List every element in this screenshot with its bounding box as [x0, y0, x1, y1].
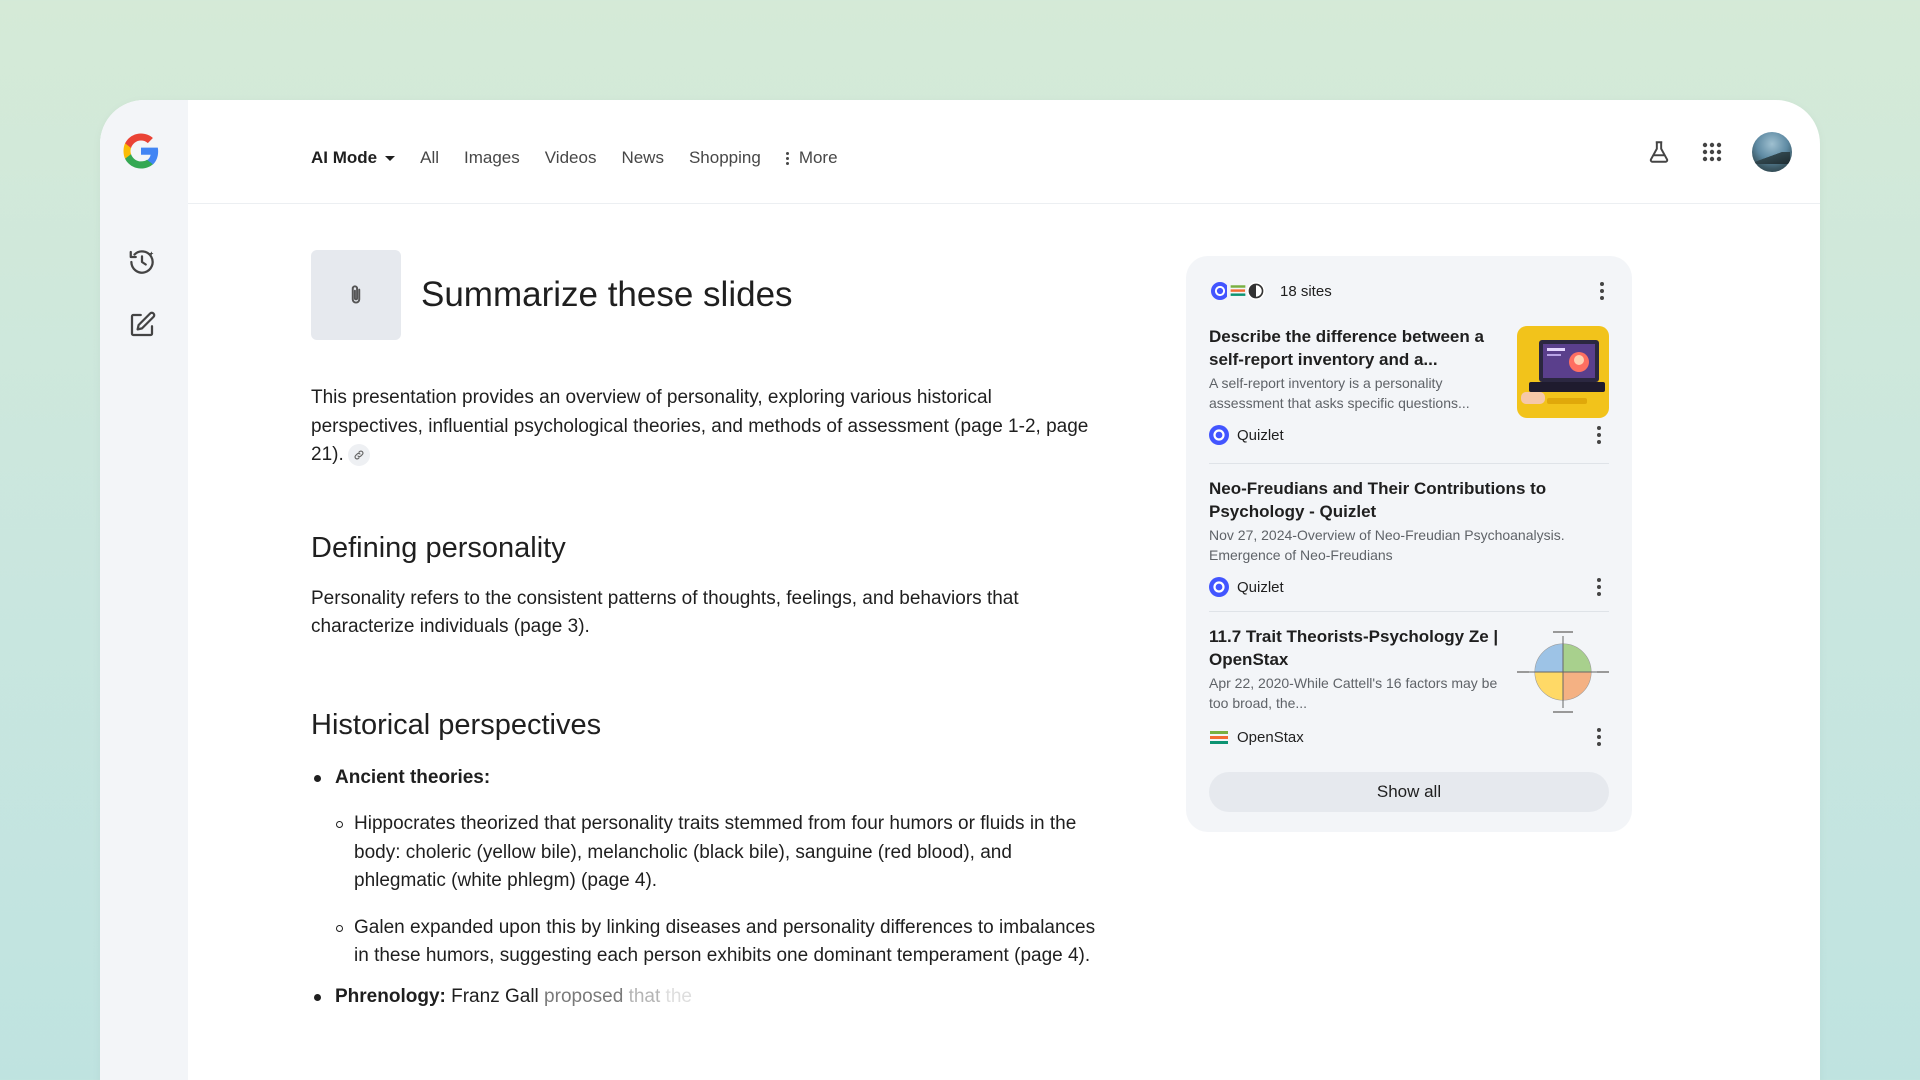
source-title[interactable]: Neo-Freudians and Their Contributions to… [1209, 478, 1609, 523]
tab-images[interactable]: Images [464, 148, 520, 168]
source-site-row: Quizlet [1209, 424, 1609, 446]
tab-videos[interactable]: Videos [545, 148, 597, 168]
intro-paragraph: This presentation provides an overview o… [311, 384, 1101, 470]
source-title[interactable]: Describe the difference between a self-r… [1209, 326, 1499, 371]
attachment-thumbnail[interactable] [311, 250, 401, 340]
tab-more-label: More [798, 148, 838, 167]
google-logo[interactable] [120, 130, 162, 172]
openstax-icon [1210, 731, 1228, 744]
search-mode-tabs: AI Mode All Images Videos News Shopping … [311, 148, 863, 168]
historical-list: Ancient theories: Hippocrates theorized … [311, 764, 1101, 1012]
more-options-icon[interactable] [1592, 278, 1612, 304]
intro-text: This presentation provides an overview o… [311, 387, 1089, 465]
show-all-button[interactable]: Show all [1209, 772, 1609, 812]
top-bar: AI Mode All Images Videos News Shopping … [188, 100, 1820, 204]
phrenology-text: Franz Gall [451, 985, 539, 1007]
heading-historical-perspectives: Historical perspectives [311, 708, 602, 741]
ancient-theories-label: Ancient theories: [335, 766, 491, 788]
phrenology-label: Phrenology: [335, 985, 446, 1007]
source-card[interactable]: 11.7 Trait Theorists-Psychology Ze | Ope… [1209, 626, 1609, 750]
divider [1209, 463, 1609, 464]
list-item: Galen expanded upon this by linking dise… [335, 914, 1101, 971]
citation-link-icon[interactable] [347, 443, 370, 466]
list-item: Ancient theories: Hippocrates theorized … [311, 764, 1101, 971]
source-thumbnail[interactable] [1517, 626, 1609, 718]
quizlet-icon [1209, 425, 1229, 445]
source-title[interactable]: 11.7 Trait Theorists-Psychology Ze | Ope… [1209, 626, 1499, 671]
source-card[interactable]: Neo-Freudians and Their Contributions to… [1209, 478, 1609, 598]
phrenology-text-fading: proposed [544, 985, 624, 1007]
phrenology-text-fading: the [665, 985, 692, 1007]
source-site-name: OpenStax [1237, 728, 1304, 746]
sources-header[interactable]: 18 sites [1209, 276, 1612, 306]
query-title: Summarize these slides [421, 275, 793, 314]
quizlet-icon [1209, 577, 1229, 597]
heading-defining-personality: Defining personality [311, 531, 566, 564]
phrenology-text-fading: that [628, 985, 661, 1007]
account-avatar[interactable] [1752, 132, 1792, 172]
tab-more[interactable]: More [785, 148, 838, 168]
side-rail [100, 100, 188, 1080]
list-item: Phrenology: Franz Gall proposed that the [311, 983, 1101, 1012]
history-icon[interactable] [127, 247, 157, 277]
sources-panel: 18 sites Describe the difference between… [1186, 256, 1632, 832]
more-options-icon[interactable] [1589, 576, 1609, 598]
browser-window: AI Mode All Images Videos News Shopping … [100, 100, 1820, 1080]
new-chat-edit-icon[interactable] [127, 310, 157, 340]
tab-news[interactable]: News [621, 148, 664, 168]
paperclip-icon [351, 285, 361, 304]
site-favicon-icon [1245, 280, 1267, 302]
sites-count: 18 sites [1280, 282, 1332, 300]
tab-ai-mode-label: AI Mode [311, 148, 378, 167]
divider [1209, 611, 1609, 612]
tab-shopping[interactable]: Shopping [689, 148, 761, 168]
list-item: Hippocrates theorized that personality t… [335, 810, 1101, 896]
source-snippet: Apr 22, 2020-While Cattell's 16 factors … [1209, 675, 1498, 711]
source-site-name: Quizlet [1237, 578, 1284, 596]
source-thumbnail[interactable] [1517, 326, 1609, 418]
top-right-actions [1626, 132, 1792, 172]
more-options-icon[interactable] [1589, 424, 1609, 446]
labs-flask-icon[interactable] [1639, 132, 1679, 172]
chevron-down-icon [385, 155, 396, 161]
site-favicons [1209, 280, 1267, 302]
defining-paragraph: Personality refers to the consistent pat… [311, 587, 1019, 638]
source-site-row: OpenStax [1209, 726, 1609, 748]
more-vert-icon [785, 151, 789, 165]
source-snippet: A self-report inventory is a personality… [1209, 375, 1470, 411]
more-options-icon[interactable] [1589, 726, 1609, 748]
source-site-name: Quizlet [1237, 426, 1284, 444]
ai-answer: Summarize these slides This presentation… [311, 250, 1101, 1011]
tab-ai-mode[interactable]: AI Mode [311, 148, 396, 168]
tab-all[interactable]: All [420, 148, 439, 168]
apps-grid-icon[interactable] [1692, 132, 1732, 172]
ancient-theories-sublist: Hippocrates theorized that personality t… [335, 810, 1101, 971]
source-site-row: Quizlet [1209, 576, 1609, 598]
query-header: Summarize these slides [311, 250, 1101, 340]
source-card[interactable]: Describe the difference between a self-r… [1209, 326, 1609, 450]
source-snippet: Nov 27, 2024-Overview of Neo-Freudian Ps… [1209, 527, 1565, 563]
